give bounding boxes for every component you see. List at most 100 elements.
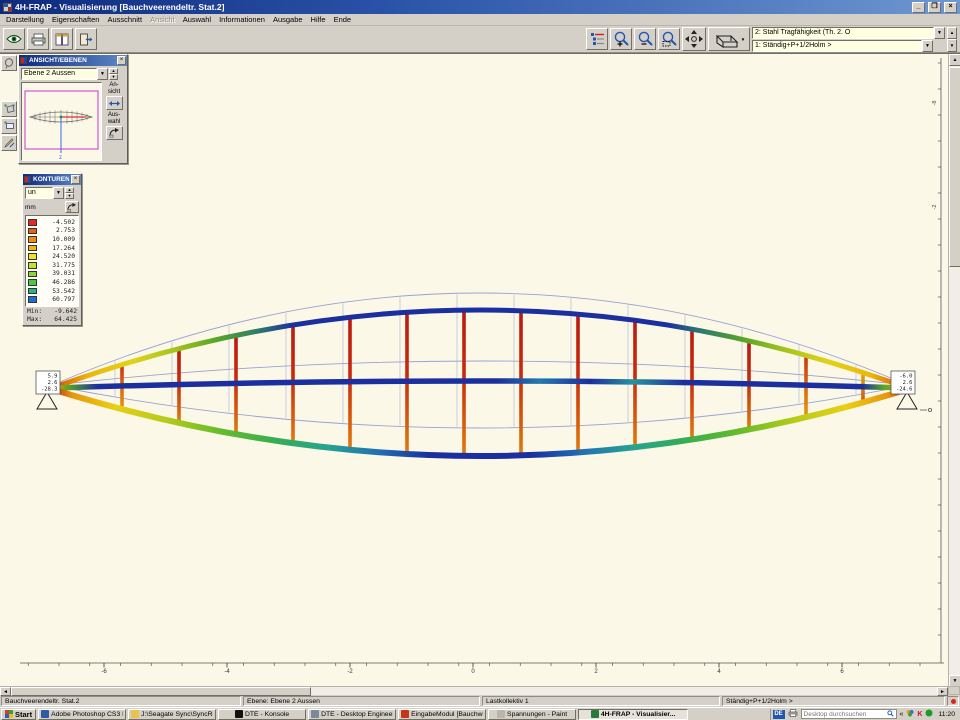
vertical-scrollbar[interactable]: ▲ ▼ (948, 54, 960, 687)
view-3d-button[interactable]: ▼ (708, 27, 750, 51)
legend-value: 2.753 (37, 227, 77, 234)
ebene-combo[interactable]: Ebene 2 Aussen ▼ (21, 68, 108, 80)
menu-item-darstellung[interactable]: Darstellung (2, 14, 48, 25)
horizontal-scrollbar-thumb[interactable] (11, 687, 311, 696)
task-button-dte[interactable]: DTE - Desktop Engineeri... (308, 709, 396, 720)
tree-view-button[interactable] (586, 28, 608, 50)
loadcase-combo-arrow[interactable]: ▼ (922, 40, 933, 52)
x-axis-label: 2 (594, 669, 598, 675)
ebene-combo-arrow[interactable]: ▼ (97, 68, 108, 80)
result-spinner[interactable]: ▲ ▼ (65, 187, 74, 199)
scroll-right-icon[interactable]: ► (937, 687, 948, 696)
legend-row: 39.031 (27, 270, 77, 279)
edit-tool-button[interactable] (1, 135, 17, 151)
view-eye-button[interactable] (3, 28, 25, 50)
right-node-circle (928, 408, 931, 411)
loadcase-combo[interactable]: 1: Ständig+P+1/2Holm > ▼ (752, 40, 945, 52)
task-button-frap[interactable]: 4H-FRAP - Visualisier... (578, 709, 688, 720)
refresh-contours-button[interactable] (65, 201, 79, 213)
ansicht-apply-button[interactable] (106, 96, 123, 110)
pages-button[interactable] (51, 28, 73, 50)
ebene-spinner-down-icon[interactable]: ▼ (109, 74, 118, 80)
task-button-photoshop[interactable]: Adobe Photoshop CS3 E... (38, 709, 126, 720)
tray-status-icon[interactable] (925, 709, 933, 719)
tray-printer-icon[interactable] (788, 709, 798, 719)
spinner-up-icon[interactable]: ▲ (947, 27, 957, 40)
language-indicator[interactable]: DE (773, 710, 785, 719)
konturen-panel-close-icon[interactable]: × (71, 175, 80, 184)
exit-button[interactable] (75, 28, 97, 50)
spinner-down-icon[interactable]: ▼ (947, 39, 957, 52)
loadcase-spinner[interactable]: ▲ ▼ (947, 27, 957, 52)
lasso-tool-button[interactable] (1, 55, 17, 71)
start-label: Start (15, 710, 32, 719)
undeformed-top-chord (55, 293, 905, 384)
drawing-canvas[interactable]: 5.92.6-28.3 -6.02.6-24.6 -6-4-20246 -8-2 (0, 54, 948, 687)
layers-tool-button[interactable] (1, 101, 17, 117)
result-combo-arrow[interactable]: ▼ (53, 187, 64, 199)
zoom-in-button[interactable] (610, 28, 632, 50)
horizontal-scrollbar[interactable]: ◄ ► (0, 686, 948, 695)
menu-item-ausgabe[interactable]: Ausgabe (269, 14, 307, 25)
deformed-bottom-chord (55, 390, 905, 456)
legend-value: 31.775 (37, 262, 77, 269)
printer-icon (31, 33, 46, 46)
layers-icon (4, 104, 15, 114)
legend-row: 17.264 (27, 244, 77, 253)
result-spinner-down-icon[interactable]: ▼ (65, 193, 74, 199)
result-combo-value: un (25, 187, 53, 199)
horizontal-scrollbar-track[interactable] (311, 687, 937, 695)
legend-swatch (28, 236, 37, 243)
view-3d-dropdown-arrow[interactable]: ▼ (741, 37, 745, 42)
x-axis-label: 6 (840, 669, 844, 675)
task-button-paint[interactable]: Spannungen - Paint (488, 709, 576, 720)
restore-button[interactable]: ❐ (928, 2, 941, 13)
menu-item-informationen[interactable]: Informationen (215, 14, 269, 25)
konturen-panel-titlebar[interactable]: KONTUREN × (23, 174, 81, 185)
legend-swatch (28, 219, 37, 226)
theory-combo-arrow[interactable]: ▼ (934, 27, 945, 39)
result-combo[interactable]: un ▼ (25, 187, 64, 199)
task-button-console[interactable]: DTE - Konsole (218, 709, 306, 720)
menu-item-hilfe[interactable]: Hilfe (307, 14, 330, 25)
desktop-search[interactable] (801, 709, 897, 719)
task-button-folder[interactable]: J:\Seagate Sync\SyncRe... (128, 709, 216, 720)
plane-preview[interactable]: z (21, 82, 102, 161)
zoom-window-button[interactable] (658, 28, 680, 50)
search-icon[interactable] (886, 710, 896, 719)
legend-row: 46.286 (27, 278, 77, 287)
auswahl-button[interactable] (106, 126, 123, 140)
ansicht-panel-close-icon[interactable]: × (117, 56, 126, 65)
max-label: Max: (27, 316, 42, 323)
minimize-button[interactable]: _ (912, 2, 925, 13)
ansicht-panel-titlebar[interactable]: ANSICHT/EBENEN × (19, 55, 127, 66)
pan-button[interactable] (682, 27, 706, 51)
tray-messenger-icon[interactable] (906, 709, 914, 719)
menu-item-auswahl[interactable]: Auswahl (179, 14, 215, 25)
theory-combo[interactable]: 2: Stahl Tragfähigkeit (Th. 2. O ▼ (752, 27, 945, 39)
menu-item-ende[interactable]: Ende (330, 14, 356, 25)
scroll-left-icon[interactable]: ◄ (0, 687, 11, 696)
scroll-up-icon[interactable]: ▲ (949, 54, 960, 66)
konturen-panel-title: KONTUREN (33, 176, 69, 183)
print-button[interactable] (27, 28, 49, 50)
tray-k-icon[interactable]: K (917, 710, 922, 719)
menu-item-eigenschaften[interactable]: Eigenschaften (48, 14, 104, 25)
curved-arrow-icon (109, 128, 120, 138)
plane-tool-button[interactable] (1, 118, 17, 134)
zoom-out-button[interactable] (634, 28, 656, 50)
task-button-eingabe[interactable]: EingabeModul [Bauchwee... (398, 709, 486, 720)
eingabe-icon (401, 710, 409, 718)
close-button[interactable]: × (944, 2, 957, 13)
legend-value: 10.009 (37, 236, 77, 243)
vertical-scrollbar-thumb[interactable] (949, 67, 960, 267)
legend-row: 2.753 (27, 227, 77, 236)
desktop-search-input[interactable] (802, 710, 886, 718)
tray-collapse-icon[interactable]: « (900, 710, 904, 719)
start-button[interactable]: Start (1, 709, 36, 720)
menu-item-ausschnitt[interactable]: Ausschnitt (103, 14, 146, 25)
mini-toolbar-gap (1, 72, 19, 100)
ebene-spinner[interactable]: ▲ ▼ (109, 68, 118, 80)
legend-row: 31.775 (27, 261, 77, 270)
deformed-mid-chord (55, 381, 905, 388)
